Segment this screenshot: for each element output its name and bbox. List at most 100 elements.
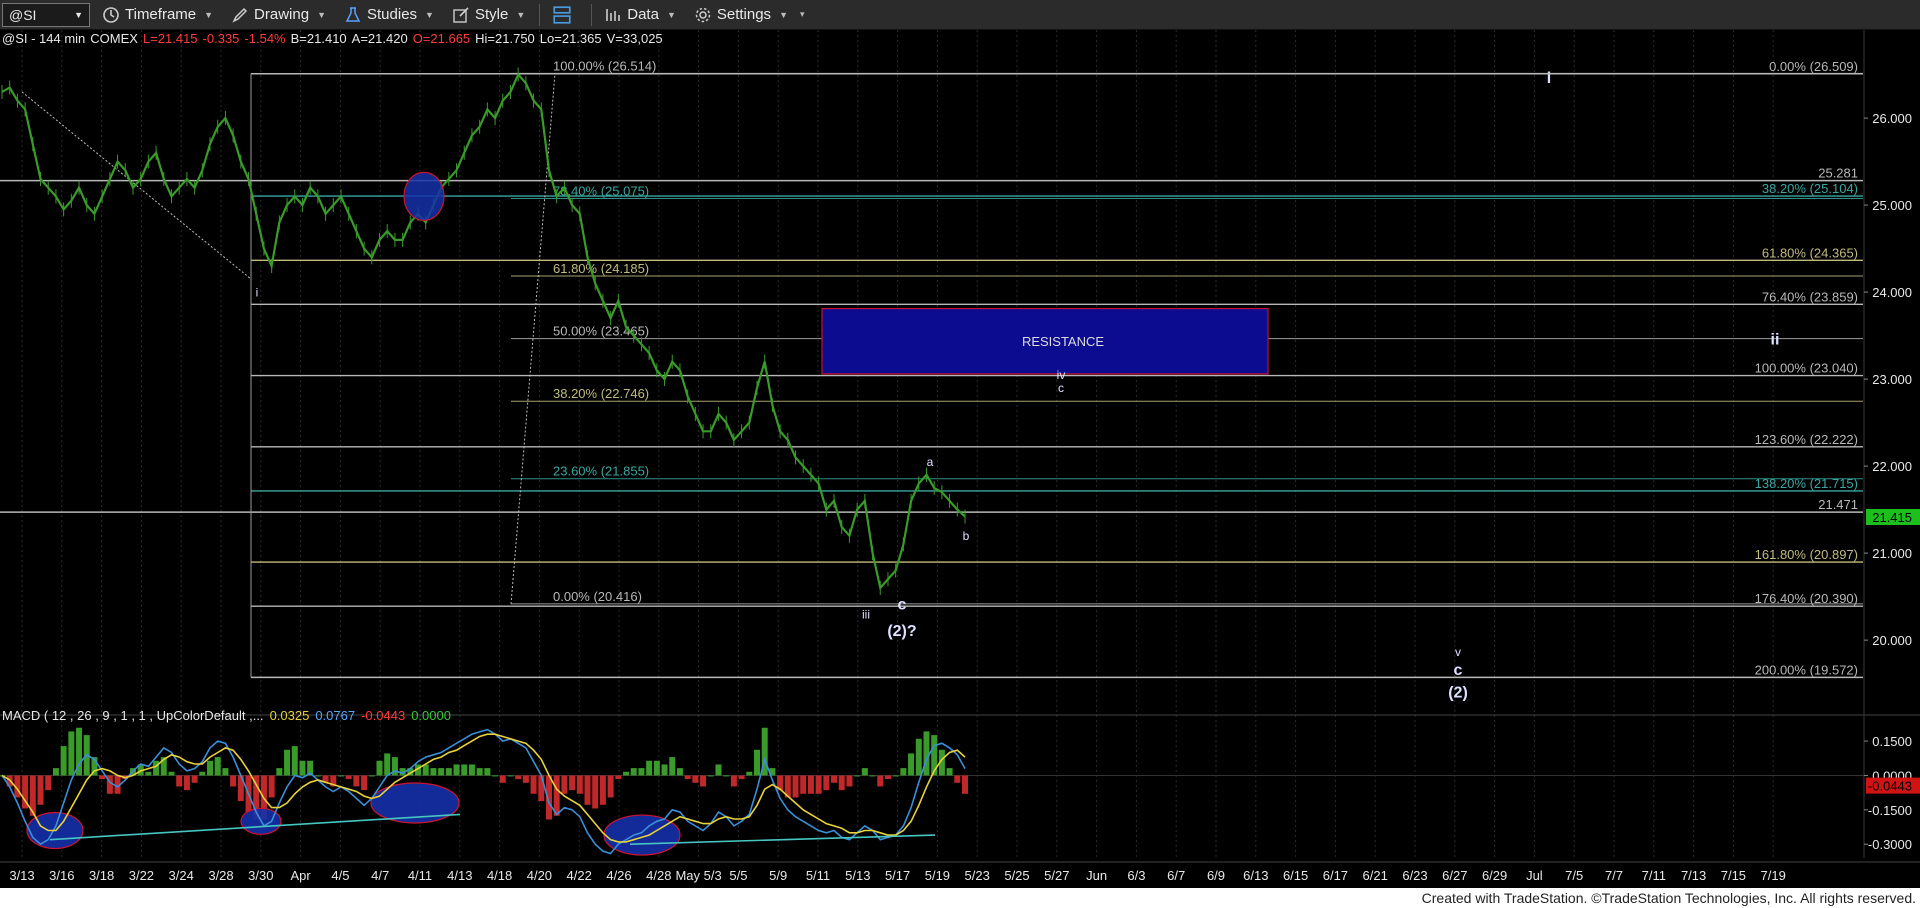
- time-axis-label: 4/18: [487, 868, 512, 883]
- time-axis-label: 7/5: [1565, 868, 1583, 883]
- time-axis-label: 7/19: [1761, 868, 1786, 883]
- macd-histogram-bar: [884, 775, 891, 780]
- drawing-button[interactable]: Drawing ▼: [225, 3, 332, 27]
- macd-histogram-bar: [191, 775, 198, 783]
- fib-level-label: 38.20% (22.746): [553, 386, 649, 401]
- chart-area[interactable]: 0.00% (26.509) 25.28138.20% (25.104) 61.80…: [0, 30, 1920, 888]
- symbol-value: @SI: [9, 6, 37, 23]
- macd-histogram-bar: [792, 775, 799, 798]
- macd-histogram-bar: [815, 775, 822, 794]
- wave-label: i: [256, 285, 259, 299]
- time-axis-label: Apr: [290, 868, 311, 883]
- macd-histogram-bar: [692, 775, 699, 783]
- symbol-input[interactable]: @SI ▼: [2, 2, 90, 27]
- time-axis-label: 3/24: [169, 868, 194, 883]
- caret-down-icon: ▾: [799, 9, 805, 19]
- settings-label: Settings: [716, 6, 772, 23]
- time-axis-label: 5/23: [965, 868, 990, 883]
- wave-label: b: [963, 529, 970, 543]
- time-axis-label: 5/19: [925, 868, 950, 883]
- macd-histogram-bar: [499, 775, 506, 783]
- style-button[interactable]: Style ▼: [446, 3, 531, 27]
- macd-histogram-bar: [838, 775, 845, 791]
- time-axis-label: 7/7: [1605, 868, 1623, 883]
- fib-level-label: 100.00% (23.040): [1755, 361, 1858, 376]
- caret-down-icon: ▼: [425, 9, 434, 20]
- caret-down-icon: ▼: [666, 9, 676, 20]
- time-axis-label: 5/9: [769, 868, 787, 883]
- labels-layer: iiiic(2)?abivciiivc(2)@SI - 144 min COMEX…: [2, 31, 1779, 723]
- time-axis-label: 6/13: [1243, 868, 1268, 883]
- style-icon: [453, 6, 469, 23]
- data-button[interactable]: Data ▼: [598, 3, 682, 27]
- macd-histogram-bar: [522, 775, 529, 783]
- wave-label: ii: [1771, 331, 1780, 348]
- toolbar-divider: [591, 3, 593, 26]
- time-axis-label: May 5/3: [675, 868, 721, 883]
- timeframe-button[interactable]: Timeframe ▼: [96, 3, 219, 27]
- macd-histogram-bar: [646, 760, 653, 776]
- time-axis-label: 4/26: [606, 868, 631, 883]
- price-axis-label: 24.000: [1872, 285, 1912, 300]
- price-axis-label: 22.000: [1872, 459, 1912, 474]
- macd-histogram-bar: [823, 775, 830, 791]
- wave-label: c: [898, 597, 907, 614]
- fib-level-label: 21.471: [1818, 497, 1858, 512]
- fib-level-label: 138.20% (21.715): [1755, 476, 1858, 491]
- macd-histogram-bar: [599, 775, 606, 805]
- macd-histogram-bar: [561, 775, 568, 794]
- settings-button[interactable]: Settings ▼ ▾: [688, 3, 811, 27]
- macd-histogram-bar: [877, 775, 884, 787]
- macd-histogram-bar: [291, 746, 298, 776]
- macd-last-label: -0.0443: [1868, 779, 1912, 794]
- macd-histogram-bar: [684, 775, 691, 780]
- macd-histogram-bar: [145, 771, 152, 776]
- macd-histogram-bar: [946, 768, 953, 776]
- wave-label: iii: [862, 607, 870, 621]
- time-axis-label: 4/20: [527, 868, 552, 883]
- macd-histogram-bar: [438, 768, 445, 776]
- time-axis-label: Jun: [1086, 868, 1107, 883]
- macd-header-macd: 0.0325: [270, 708, 310, 723]
- time-axis-label: 3/28: [208, 868, 233, 883]
- studies-label: Studies: [367, 6, 418, 23]
- chevron-down-icon[interactable]: ▼: [74, 10, 83, 20]
- macd-histogram-bar: [915, 738, 922, 776]
- time-axis-label: 5/13: [845, 868, 870, 883]
- time-axis-label: 4/28: [646, 868, 671, 883]
- macd-histogram-bar: [368, 775, 375, 777]
- time-axis-label: Jul: [1526, 868, 1543, 883]
- time-axis-label: 6/29: [1482, 868, 1507, 883]
- layout-button[interactable]: [546, 3, 583, 27]
- macd-histogram-bar: [738, 775, 745, 780]
- header-symbol: @SI - 144 min: [2, 31, 85, 46]
- macd-histogram-bar: [592, 775, 599, 809]
- macd-histogram-bar: [484, 768, 491, 776]
- drawing-label: Drawing: [254, 6, 310, 23]
- settings-icon: [695, 7, 711, 22]
- header-last: L=21.415: [143, 31, 198, 46]
- header-change_pct: -1.54%: [244, 31, 286, 46]
- studies-button[interactable]: Studies ▼: [338, 3, 440, 27]
- header-change: -0.335: [203, 31, 240, 46]
- macd-histogram-bar: [214, 757, 221, 776]
- macd-histogram-bar: [183, 775, 190, 791]
- wave-label: v: [1455, 645, 1461, 659]
- macd-histogram-bar: [623, 771, 630, 776]
- caret-down-icon: ▼: [204, 9, 214, 20]
- macd-histogram-bar: [707, 775, 714, 777]
- time-axis-label: 6/17: [1323, 868, 1348, 883]
- macd-histogram-bar: [553, 775, 560, 816]
- macd-histogram-bar: [314, 775, 321, 777]
- trend-dotted-line: [21, 91, 252, 280]
- macd-histogram-bar: [669, 757, 676, 776]
- macd-histogram-bar: [954, 775, 961, 783]
- header-exchange: COMEX: [90, 31, 138, 46]
- header-ask: A=21.420: [352, 31, 408, 46]
- timeframe-label: Timeframe: [125, 6, 197, 23]
- macd-header-diff: -0.0443: [361, 708, 405, 723]
- macd-histogram-bar: [384, 753, 391, 776]
- macd-histogram-bar: [45, 775, 52, 791]
- macd-histogram-bar: [800, 775, 807, 794]
- macd-histogram-bar: [461, 764, 468, 776]
